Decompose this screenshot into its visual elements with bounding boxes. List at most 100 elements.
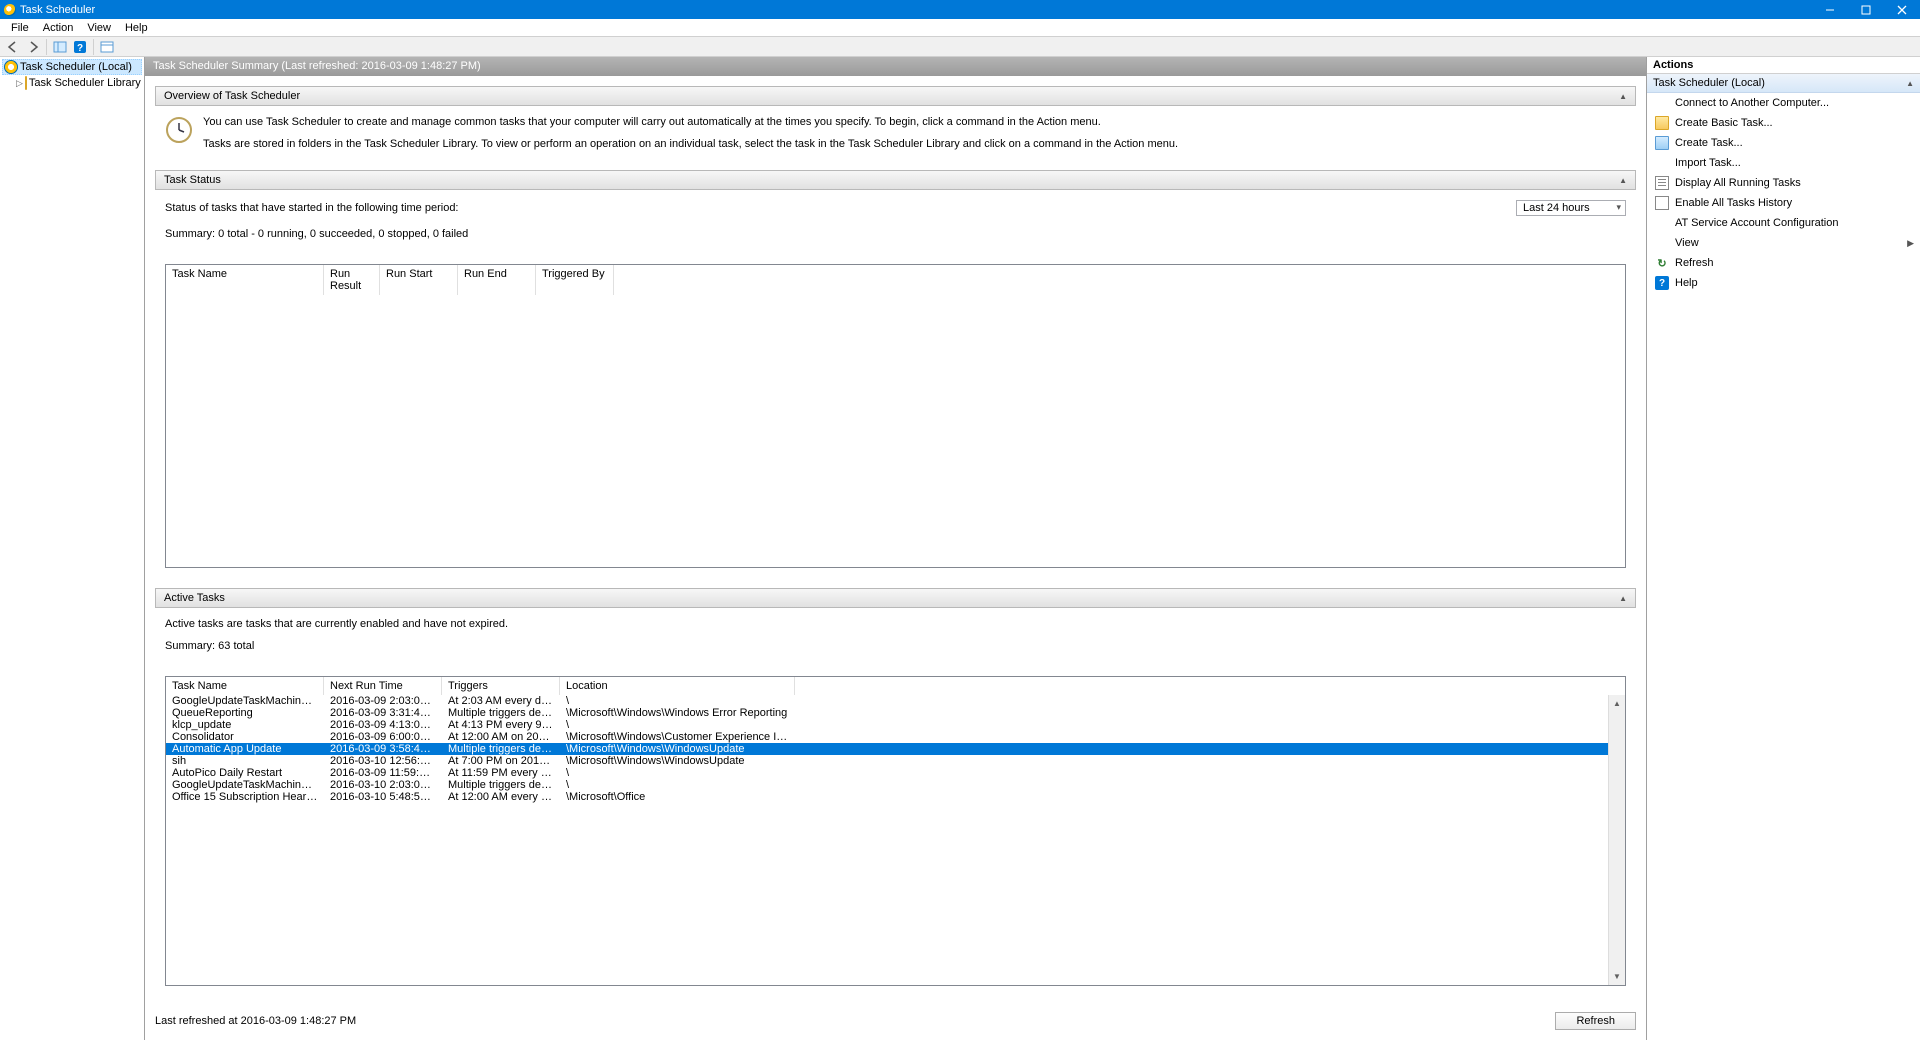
help-button[interactable]: ? — [71, 38, 89, 56]
cell-task-name: GoogleUpdateTaskMachineUA — [166, 695, 324, 707]
cell-triggers: At 11:59 PM every day — [442, 767, 560, 779]
action-item[interactable]: Create Task... — [1647, 133, 1920, 153]
collapse-icon[interactable]: ▲ — [1619, 594, 1627, 603]
blank-icon — [1655, 236, 1669, 250]
cell-task-name: QueueReporting — [166, 707, 324, 719]
menu-file[interactable]: File — [4, 20, 36, 36]
collapse-icon[interactable]: ▲ — [1906, 79, 1914, 88]
active-tasks-title: Active Tasks — [164, 592, 225, 604]
properties-button[interactable] — [98, 38, 116, 56]
cell-task-name: Automatic App Update — [166, 743, 324, 755]
scrollbar[interactable]: ▲ ▼ — [1608, 695, 1625, 985]
col-run-end[interactable]: Run End — [458, 265, 536, 295]
footer-row: Last refreshed at 2016-03-09 1:48:27 PM … — [155, 1006, 1636, 1030]
tree-expand-icon[interactable]: ▷ — [16, 78, 23, 89]
cell-location: \ — [560, 767, 795, 779]
minimize-button[interactable] — [1812, 0, 1848, 19]
refresh-icon: ↻ — [1655, 256, 1669, 270]
cell-location: \ — [560, 695, 795, 707]
col-triggered-by[interactable]: Triggered By — [536, 265, 614, 295]
action-label: Create Task... — [1675, 137, 1743, 149]
action-item[interactable]: Display All Running Tasks — [1647, 173, 1920, 193]
create-icon — [1655, 136, 1669, 150]
blank-icon — [1655, 216, 1669, 230]
window-title: Task Scheduler — [20, 4, 95, 16]
status-table-body — [166, 295, 1625, 567]
cell-location: \ — [560, 779, 795, 791]
action-item[interactable]: View▶ — [1647, 233, 1920, 253]
overview-line1: You can use Task Scheduler to create and… — [203, 116, 1178, 128]
active-tasks-table: Task Name Next Run Time Triggers Locatio… — [165, 676, 1626, 986]
scroll-down-icon[interactable]: ▼ — [1609, 968, 1625, 985]
close-button[interactable] — [1884, 0, 1920, 19]
actions-group-label: Task Scheduler (Local) — [1653, 77, 1765, 89]
menu-view[interactable]: View — [80, 20, 118, 36]
table-row[interactable]: sih2016-03-10 12:56:34 AMAt 7:00 PM on 2… — [166, 755, 1625, 767]
menu-help[interactable]: Help — [118, 20, 155, 36]
cell-location: \ — [560, 719, 795, 731]
action-label: AT Service Account Configuration — [1675, 217, 1838, 229]
table-row[interactable]: klcp_update2016-03-09 4:13:00 PMAt 4:13 … — [166, 719, 1625, 731]
table-row[interactable]: QueueReporting2016-03-09 3:31:44 PMMulti… — [166, 707, 1625, 719]
table-row[interactable]: Automatic App Update2016-03-09 3:58:41 P… — [166, 743, 1625, 755]
cell-triggers: Multiple triggers defined — [442, 779, 560, 791]
table-row[interactable]: Office 15 Subscription Heartbeat2016-03-… — [166, 791, 1625, 803]
clock-icon — [165, 116, 193, 144]
cell-location: \Microsoft\Office — [560, 791, 795, 803]
col-run-result[interactable]: Run Result — [324, 265, 380, 295]
back-button[interactable] — [4, 38, 22, 56]
toolbar-separator — [93, 39, 94, 55]
table-row[interactable]: Consolidator2016-03-09 6:00:00 PMAt 12:0… — [166, 731, 1625, 743]
folder-icon — [1655, 116, 1669, 130]
forward-button[interactable] — [24, 38, 42, 56]
scroll-up-icon[interactable]: ▲ — [1609, 695, 1625, 712]
tree-root[interactable]: Task Scheduler (Local) — [2, 59, 142, 75]
cell-next-run: 2016-03-10 12:56:34 AM — [324, 755, 442, 767]
cell-task-name: Office 15 Subscription Heartbeat — [166, 791, 324, 803]
action-item[interactable]: Import Task... — [1647, 153, 1920, 173]
actions-list: Connect to Another Computer...Create Bas… — [1647, 93, 1920, 293]
cell-next-run: 2016-03-10 5:48:55 AM — [324, 791, 442, 803]
status-period-label: Status of tasks that have started in the… — [165, 202, 459, 214]
scheduler-icon — [4, 60, 18, 74]
cell-next-run: 2016-03-09 4:13:00 PM — [324, 719, 442, 731]
cell-triggers: Multiple triggers defined — [442, 707, 560, 719]
col-task-name[interactable]: Task Name — [166, 677, 324, 695]
actions-group: Task Scheduler (Local) ▲ — [1647, 74, 1920, 93]
table-row[interactable]: AutoPico Daily Restart2016-03-09 11:59:0… — [166, 767, 1625, 779]
table-row[interactable]: GoogleUpdateTaskMachineCore2016-03-10 2:… — [166, 779, 1625, 791]
overview-title: Overview of Task Scheduler — [164, 90, 300, 102]
action-item[interactable]: ↻ Refresh — [1647, 253, 1920, 273]
maximize-button[interactable] — [1848, 0, 1884, 19]
action-item[interactable]: ?Help — [1647, 273, 1920, 293]
folder-icon — [25, 76, 27, 90]
task-status-title: Task Status — [164, 174, 221, 186]
tree-library[interactable]: ▷ Task Scheduler Library — [2, 75, 142, 91]
menu-action[interactable]: Action — [36, 20, 81, 36]
action-item[interactable]: Connect to Another Computer... — [1647, 93, 1920, 113]
col-triggers[interactable]: Triggers — [442, 677, 560, 695]
toolbar: ? — [0, 37, 1920, 57]
col-next-run[interactable]: Next Run Time — [324, 677, 442, 695]
refresh-button[interactable]: Refresh — [1555, 1012, 1636, 1030]
cell-location: \Microsoft\Windows\Customer Experience I… — [560, 731, 795, 743]
task-status-section: Task Status ▲ Status of tasks that have … — [155, 170, 1636, 574]
status-period-dropdown[interactable]: Last 24 hours — [1516, 200, 1626, 216]
collapse-icon[interactable]: ▲ — [1619, 176, 1627, 185]
cell-task-name: sih — [166, 755, 324, 767]
action-item[interactable]: Enable All Tasks History — [1647, 193, 1920, 213]
collapse-icon[interactable]: ▲ — [1619, 92, 1627, 101]
action-item[interactable]: Create Basic Task... — [1647, 113, 1920, 133]
cell-location: \Microsoft\Windows\WindowsUpdate — [560, 743, 795, 755]
show-hide-tree-button[interactable] — [51, 38, 69, 56]
action-item[interactable]: AT Service Account Configuration — [1647, 213, 1920, 233]
col-task-name[interactable]: Task Name — [166, 265, 324, 295]
actions-panel: Actions Task Scheduler (Local) ▲ Connect… — [1646, 57, 1920, 1040]
col-location[interactable]: Location — [560, 677, 795, 695]
table-row[interactable]: GoogleUpdateTaskMachineUA2016-03-09 2:03… — [166, 695, 1625, 707]
cell-triggers: At 12:00 AM on 2004-01... — [442, 731, 560, 743]
cell-task-name: klcp_update — [166, 719, 324, 731]
action-label: Enable All Tasks History — [1675, 197, 1792, 209]
col-run-start[interactable]: Run Start — [380, 265, 458, 295]
action-label: Refresh — [1675, 257, 1714, 269]
